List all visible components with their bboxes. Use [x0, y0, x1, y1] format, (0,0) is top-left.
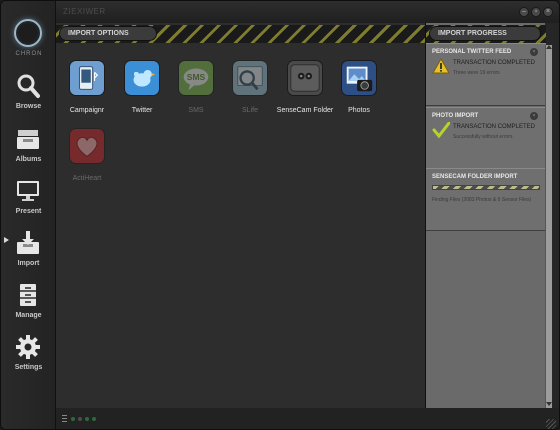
- close-card-icon[interactable]: ×: [530, 112, 538, 120]
- scroll-up-icon[interactable]: [546, 45, 552, 49]
- sidebar-item-label: Present: [15, 208, 42, 215]
- import-progress-title: IMPORT PROGRESS: [429, 26, 541, 41]
- chron-logo: [14, 19, 42, 47]
- magnifier-icon: [17, 74, 40, 98]
- progress-card-detail: Three were 19 errors: [453, 70, 500, 76]
- heart-icon: [69, 128, 105, 164]
- close-card-icon[interactable]: ×: [530, 48, 538, 56]
- progress-scrollbar[interactable]: [545, 45, 552, 408]
- sidebar-item-import[interactable]: Import: [1, 228, 56, 276]
- sidebar-item-label: Settings: [14, 364, 43, 371]
- sidebar: CHRON Browse Albums Present Import Manag…: [1, 1, 56, 429]
- import-tile-photos[interactable]: Photos: [332, 60, 386, 130]
- sidebar-item-browse[interactable]: Browse: [1, 71, 56, 119]
- progress-card-sensecam-import: SENSECAM FOLDER IMPORT Finding Files (20…: [426, 168, 546, 231]
- status-dot-icon: [92, 417, 96, 421]
- title-bar: ZIEXIWER – ▫ ×: [1, 1, 559, 23]
- status-dot-icon: [71, 417, 75, 421]
- app-window: ZIEXIWER – ▫ × CHRON Browse Albums Prese…: [0, 0, 560, 430]
- progress-bar-icon: [432, 185, 540, 190]
- file-cabinet-icon: [20, 284, 36, 306]
- sms-bubble-icon: SMS: [178, 60, 214, 96]
- import-tray-icon: [17, 231, 39, 254]
- logo-text: CHRON: [15, 51, 43, 57]
- status-dot-icon: [85, 417, 89, 421]
- import-tile-campaignr[interactable]: Campaignr: [60, 60, 114, 130]
- progress-card-title: PERSONAL TWITTER FEED: [432, 49, 512, 55]
- camera-photo-icon: [341, 60, 377, 96]
- import-progress-panel: IMPORT PROGRESS PERSONAL TWITTER FEED × …: [425, 23, 546, 408]
- import-options-panel: IMPORT OPTIONS Campaignr Twitter SMS SMS…: [56, 23, 425, 408]
- sidebar-item-label: Manage: [15, 312, 42, 319]
- monitor-icon: [17, 181, 39, 201]
- sidebar-item-present[interactable]: Present: [1, 176, 56, 224]
- warning-icon: [432, 58, 450, 74]
- import-tile-sms[interactable]: SMS SMS: [169, 60, 223, 130]
- grip-icon: [62, 415, 67, 424]
- minimize-button[interactable]: –: [519, 7, 529, 17]
- close-button[interactable]: ×: [543, 7, 553, 17]
- progress-card-status: TRANSACTION COMPLETED: [453, 60, 536, 66]
- sidebar-item-label: Import: [17, 260, 40, 267]
- sidebar-item-label: Browse: [15, 103, 42, 110]
- progress-card-twitter-feed: PERSONAL TWITTER FEED × TRANSACTION COMP…: [426, 43, 546, 106]
- import-options-title: IMPORT OPTIONS: [59, 26, 157, 41]
- progress-card-title: PHOTO IMPORT: [432, 113, 479, 119]
- window-title: ZIEXIWER: [63, 7, 106, 16]
- sensecam-icon: [287, 60, 323, 96]
- import-tile-actiheart[interactable]: ActiHeart: [60, 128, 114, 198]
- import-tile-label: ActiHeart: [72, 175, 102, 182]
- checkmark-icon: [432, 122, 450, 138]
- import-tile-slife[interactable]: SLife: [223, 60, 277, 130]
- status-indicator: [62, 414, 102, 424]
- progress-card-photo-import: PHOTO IMPORT × TRANSACTION COMPLETED Suc…: [426, 107, 546, 170]
- import-tile-sensecam-folder[interactable]: SenseCam Folder: [277, 60, 333, 130]
- twitter-bird-icon: [124, 60, 160, 96]
- progress-card-detail: Finding Files (2083 Photos & 6 Sensor Fi…: [432, 197, 532, 203]
- sidebar-item-label: Albums: [15, 156, 42, 163]
- progress-card-status: TRANSACTION COMPLETED: [453, 124, 536, 130]
- status-bar: [56, 408, 559, 429]
- progress-card-title: SENSECAM FOLDER IMPORT: [432, 174, 518, 180]
- svg-text:SMS: SMS: [187, 72, 206, 82]
- inbox-tray-icon: [17, 130, 39, 149]
- scroll-down-icon[interactable]: [546, 402, 552, 406]
- sidebar-item-albums[interactable]: Albums: [1, 124, 56, 172]
- maximize-button[interactable]: ▫: [531, 7, 541, 17]
- sidebar-item-manage[interactable]: Manage: [1, 280, 56, 328]
- slife-magnifier-icon: [232, 60, 268, 96]
- import-tile-label: Photos: [348, 107, 370, 114]
- phone-bluetooth-icon: [69, 60, 105, 96]
- resize-grip-icon[interactable]: [546, 419, 556, 429]
- progress-card-detail: Successfully without errors: [453, 134, 513, 140]
- sidebar-item-settings[interactable]: Settings: [1, 332, 56, 380]
- gear-icon: [16, 335, 40, 359]
- divider-icon: [78, 417, 82, 421]
- import-tile-twitter[interactable]: Twitter: [115, 60, 169, 130]
